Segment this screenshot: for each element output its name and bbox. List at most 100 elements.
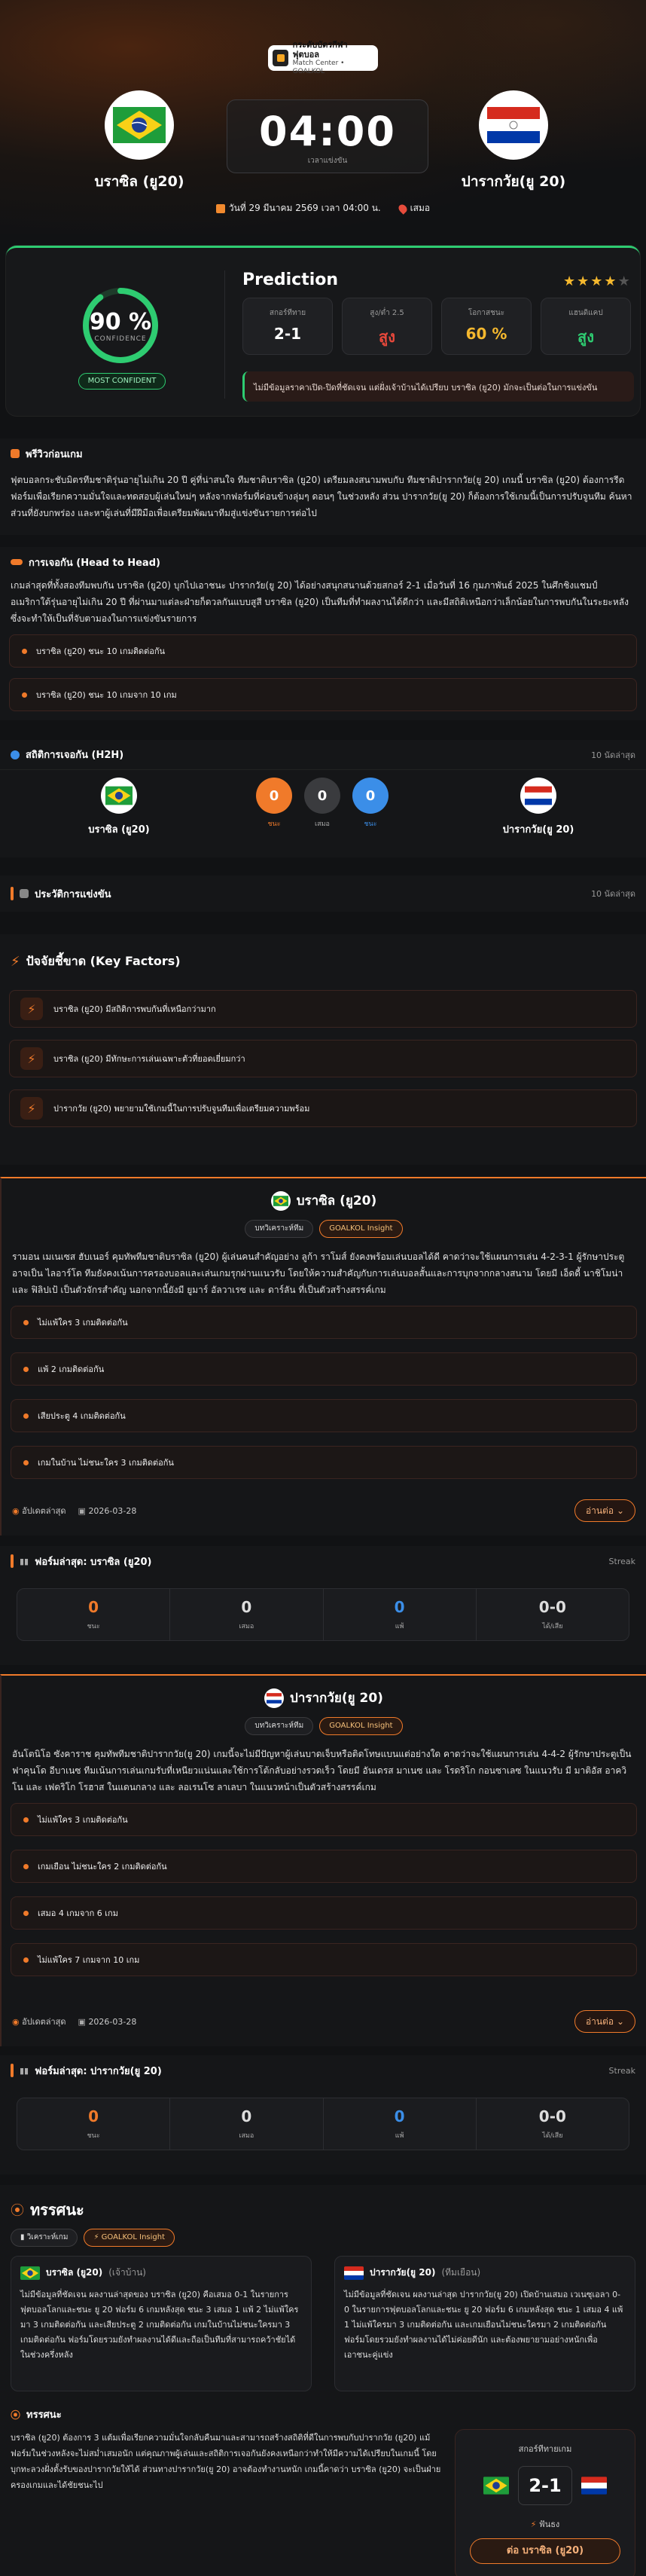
match-meta: วันที่ 29 มีนาคม 2569 เวลา 04:00 น. เสมอ — [0, 201, 646, 215]
brazil-flag-icon — [270, 1190, 291, 1211]
list-item: ไม่แพ้ใคร 3 เกมติดต่อกัน — [11, 1306, 637, 1339]
analysis-section: ⦿ ทรรศนะ ▮ วิเคราะห์เกม ⚡ GOALKOL Insigh… — [0, 2185, 646, 2576]
updated-label: ◉ อัปเดตล่าสุด — [12, 1506, 66, 1516]
star-filled-icon: ★ — [577, 273, 591, 289]
home-analysis-card: บราซิล (ยู20) บทวิเคราะห์ทีม GOALKOL Ins… — [0, 1177, 646, 1536]
prediction-stat-card: สกอร์ทีทาย 2-1 — [242, 298, 333, 355]
confidence-value: 90 % — [89, 308, 152, 335]
key-factor-item: ⚡ ปารากวัย (ยู20) พยายามใช้เกมนี้ในการปรั… — [9, 1089, 637, 1127]
h2h-text-section: การเจอกัน (Head to Head) เกมล่าสุดที่ทั้… — [0, 547, 646, 720]
paraguay-flag-icon — [479, 90, 548, 160]
prediction-stat-label: แฮนดิแคป — [568, 309, 603, 317]
prediction-stat-value: 60 % — [465, 325, 507, 343]
team-analysis-pill: บทวิเคราะห์ทีม — [245, 1717, 314, 1735]
home-form-stats: 0 ชนะ 0 เสมอ 0 แพ้ 0-0 ได้/เสีย — [17, 1588, 629, 1641]
h2h-home-wins: 0 ชนะ — [256, 778, 292, 829]
h2h-stats-section: สถิติการเจอกัน (H2H) 10 นัดล่าสุด บราซิล… — [0, 740, 646, 857]
goalkol-insight-pill: GOALKOL Insight — [319, 1717, 403, 1735]
preview-text: ฟุตบอลกระชับมิตรทีมชาติรุ่นอายุไม่เกิน 2… — [11, 475, 632, 518]
prediction-stat-label: โอกาสชนะ — [468, 309, 505, 317]
prediction-cards: สกอร์ทีทาย 2-1 สูง/ต่ำ 2.5 สูง โอกาสชนะ 60 % แ… — [242, 298, 631, 355]
home-analysis-name: บราซิล (ยู20) — [296, 1193, 377, 1209]
key-factors-section: ⚡ ปัจจัยชี้ขาด (Key Factors) ⚡ บราซิล (ยู… — [0, 934, 646, 1165]
history-section[interactable]: ประวัติการแข่งขัน 10 นัดล่าสุด — [0, 875, 646, 912]
star-filled-icon: ★ — [604, 273, 618, 289]
most-confident-badge: MOST CONFIDENT — [78, 373, 166, 390]
away-team-name: ปารากวัย(ยู 20) — [461, 173, 566, 190]
away-form-section: ▮▮ ฟอร์มล่าสุด: ปารากวัย(ยู 20) Streak 0… — [0, 2055, 646, 2174]
h2h-text-title: การเจอกัน (Head to Head) — [29, 557, 160, 569]
list-item: ไม่แพ้ใคร 3 เกมติดต่อกัน — [11, 1803, 637, 1836]
prediction-stat-value: สูง — [379, 328, 395, 346]
updated-label: ◉ อัปเดตล่าสุด — [12, 2017, 66, 2027]
lightning-icon: ⚡ — [530, 2519, 537, 2529]
calendar-icon: ▣ — [78, 2016, 86, 2027]
h2h-count: 10 นัดล่าสุด — [591, 750, 635, 760]
key-factor-item: ⚡ บราซิล (ยู20) มีสถิติการพบกันที่เหนือกว… — [9, 990, 637, 1028]
location-pin-icon — [396, 202, 409, 215]
calendar-icon: ▣ — [78, 1505, 86, 1516]
prediction-stat-card: โอกาสชนะ 60 % — [441, 298, 532, 355]
prediction-stat-label: สกอร์ทีทาย — [269, 309, 306, 317]
confidence-gauge: 90 % CONFIDENCE — [79, 284, 162, 367]
streak-label: Streak — [608, 1556, 635, 1566]
home-form-title: ฟอร์มล่าสุด: บราซิล (ยู20) — [35, 1556, 152, 1568]
confidence-label: CONFIDENCE — [94, 335, 147, 343]
prediction-card: 90 % CONFIDENCE MOST CONFIDENT Predictio… — [6, 246, 640, 416]
calendar-icon — [215, 203, 225, 213]
away-analysis-text: อันโตนิโอ ซังคาราช คุมทัพทีมชาติปารากวัย… — [12, 1749, 632, 1792]
rating-stars: ★★★★★ — [563, 273, 632, 289]
analysis-summary: ⦿ ทรรศนะ บราซิล (ยู20) ต้องการ 3 แต้มเพื… — [11, 2406, 441, 2493]
lightning-icon: ⚡ — [20, 1097, 43, 1120]
home-analysis-box-text: ไม่มีข้อมูลที่ชัดเจน ผลงานล่าสุดของ บราซ… — [20, 2290, 299, 2360]
match-analysis-pill: ▮ วิเคราะห์เกม — [11, 2229, 78, 2247]
star-filled-icon: ★ — [563, 273, 577, 289]
key-factors-title: ปัจจัยชี้ขาด (Key Factors) — [26, 953, 181, 968]
fire-icon — [11, 449, 20, 458]
away-analysis-box: ปารากวัย(ยู 20) (ทีมเยือน) ไม่มีข้อมูลที่… — [334, 2256, 635, 2391]
streak-label: Streak — [608, 2065, 635, 2076]
bar-chart-icon: ▮▮ — [20, 2065, 29, 2076]
brazil-flag-icon — [20, 2266, 40, 2280]
prediction-stat-card: สูง/ต่ำ 2.5 สูง — [342, 298, 432, 355]
divider — [224, 270, 225, 399]
h2h-away: ปารากวัย(ยู 20) — [486, 778, 591, 837]
stats-icon — [11, 750, 20, 759]
updated-date: ▣ 2026-03-28 — [78, 1505, 137, 1516]
match-date: วันที่ 29 มีนาคม 2569 เวลา 04:00 น. — [215, 201, 381, 215]
home-team[interactable]: บราซิล (ยู20) — [64, 90, 215, 193]
h2h-draws: 0 เสมอ — [304, 778, 340, 829]
preview-title: พรีวิวก่อนเกม — [26, 448, 83, 460]
home-form-section: ▮▮ ฟอร์มล่าสุด: บราซิล (ยู20) Streak 0 ชน… — [0, 1546, 646, 1665]
kickoff-time: 04:00 — [259, 108, 396, 155]
clock-icon: ◉ — [12, 1506, 20, 1516]
bar-chart-icon: ▮▮ — [20, 1556, 29, 1566]
binoculars-icon: ⦿ — [11, 2203, 24, 2219]
site-subtitle: Match Center • GOALKOL — [292, 60, 345, 75]
h2h-stats-title: สถิติการเจอกัน (H2H) — [26, 750, 124, 761]
list-item: เสียประตู 4 เกมติดต่อกัน — [11, 1399, 637, 1432]
away-team[interactable]: ปารากวัย(ยู 20) — [438, 90, 589, 193]
preview-section: พรีวิวก่อนเกม ฟุตบอลกระชับมิตรทีมชาติรุ่… — [0, 439, 646, 535]
read-more-button[interactable]: อ่านต่อ ⌄ — [574, 2010, 635, 2033]
goalkol-insight-pill: GOALKOL Insight — [319, 1220, 403, 1238]
key-factor-item: ⚡ บราซิล (ยู20) มีทักษะการเล่นเฉพาะตัวที่… — [9, 1040, 637, 1077]
h2h-home: บราซิล (ยู20) — [66, 778, 172, 837]
lightning-icon: ⚡ — [11, 953, 20, 970]
prediction-summary-box: สกอร์ทีทายเกม 2-1 ⚡ ฟันธง ต่อ บราซิล (ยู… — [455, 2429, 635, 2576]
read-more-button[interactable]: อ่านต่อ ⌄ — [574, 1499, 635, 1522]
match-hero: กระดับบัตรกีฬาฟุตบอล Match Center • GOAL… — [0, 0, 646, 234]
lightning-icon: ⚡ — [20, 1047, 43, 1070]
list-item: แพ้ 2 เกมติดต่อกัน — [11, 1352, 637, 1386]
away-form-title: ฟอร์มล่าสุด: ปารากวัย(ยู 20) — [35, 2065, 162, 2077]
paraguay-flag-icon — [264, 1688, 285, 1708]
analysis-title: ทรรศนะ — [30, 2201, 84, 2219]
prediction-stat-card: แฮนดิแคปสูง — [541, 298, 631, 355]
prediction-stat-value: สูง — [577, 328, 594, 346]
paraguay-flag-icon — [581, 2477, 607, 2495]
away-analysis-card: ปารากวัย(ยู 20) บทวิเคราะห์ทีม GOALKOL I… — [0, 1674, 646, 2046]
match-center-badge[interactable]: กระดับบัตรกีฬาฟุตบอล Match Center • GOAL… — [268, 40, 378, 75]
home-analysis-box: บราซิล (ยู20) (เจ้าบ้าน) ไม่มีข้อมูลที่ชั… — [11, 2256, 312, 2391]
prediction-note: ไม่มีข้อมูลราคาเปิด-ปิดที่ชัดเจน แต่ฝั่ง… — [242, 371, 634, 402]
pick-button[interactable]: ต่อ บราซิล (ยู20) — [470, 2538, 620, 2564]
